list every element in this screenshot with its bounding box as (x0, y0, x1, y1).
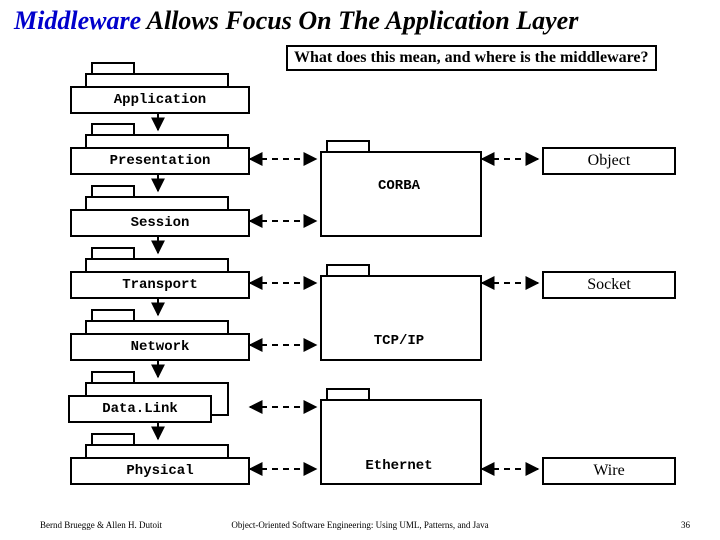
label-transport: Transport (70, 271, 250, 299)
label-network: Network (70, 333, 250, 361)
box-object: Object (542, 147, 676, 175)
title-highlight: Middleware (14, 6, 141, 35)
slide: Middleware Allows Focus On The Applicati… (0, 0, 720, 540)
label-presentation: Presentation (70, 147, 250, 175)
question-box: What does this mean, and where is the mi… (286, 45, 657, 71)
label-corba: CORBA (320, 178, 478, 194)
label-tcpip: TCP/IP (320, 333, 478, 349)
label-session: Session (70, 209, 250, 237)
label-ethernet: Ethernet (320, 458, 478, 474)
footer-center: Object-Oriented Software Engineering: Us… (0, 520, 720, 530)
box-socket: Socket (542, 271, 676, 299)
label-datalink: Data.Link (68, 395, 212, 423)
title-rest: Allows Focus On The Application Layer (141, 6, 578, 35)
label-application: Application (70, 86, 250, 114)
box-wire: Wire (542, 457, 676, 485)
footer-page: 36 (681, 520, 690, 530)
label-physical: Physical (70, 457, 250, 485)
slide-title: Middleware Allows Focus On The Applicati… (14, 6, 578, 36)
